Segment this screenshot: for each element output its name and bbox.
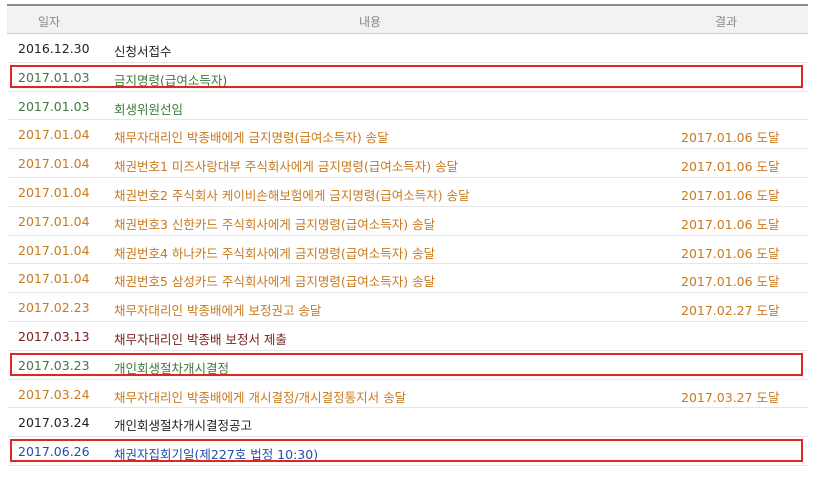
row-content: 채무자대리인 박종배에게 금지명령(급여소득자) 송달 [114, 130, 389, 146]
row-content: 개인회생절차개시결정공고 [114, 418, 253, 434]
row-date: 2017.01.04 [18, 156, 90, 172]
row-content: 채권번호3 신한카드 주식회사에게 금지명령(급여소득자) 송달 [114, 216, 436, 232]
header-result: 결과 [715, 15, 738, 29]
row-date: 2017.02.23 [18, 300, 90, 316]
table-row: 2017.03.13 채무자대리인 박종배 보정서 제출 [7, 322, 808, 351]
row-content: 채권번호4 하나카드 주식회사에게 금지명령(급여소득자) 송달 [114, 245, 436, 261]
row-date: 2017.01.04 [18, 184, 90, 200]
row-date: 2017.06.26 [18, 444, 90, 460]
row-date: 2017.03.24 [18, 415, 90, 431]
row-content: 채무자대리인 박종배 보정서 제출 [114, 331, 287, 347]
table-row: 2017.01.03 회생위원선임 [7, 92, 808, 121]
row-result: 2017.02.27 도달 [681, 303, 780, 319]
table-row: 2017.01.04 채권번호3 신한카드 주식회사에게 금지명령(급여소득자) … [7, 207, 808, 236]
row-date: 2017.01.03 [18, 69, 90, 85]
row-content: 채무자대리인 박종배에게 보정권고 송달 [114, 303, 322, 319]
row-content: 금지명령(급여소득자) [114, 72, 228, 88]
row-result: 2017.01.06 도달 [681, 187, 780, 203]
header-content: 내용 [359, 15, 382, 29]
row-result: 2017.01.06 도달 [681, 159, 780, 175]
row-date: 2017.01.04 [18, 127, 90, 143]
table-row: 2017.03.23 개인회생절차개시결정 [7, 351, 808, 380]
row-content: 채권자집회기일(제227호 법정 10:30) [114, 447, 319, 463]
row-result: 2017.01.06 도달 [681, 130, 780, 146]
table-row: 2016.12.30 신청서접수 [7, 34, 808, 63]
row-date: 2017.03.23 [18, 357, 90, 373]
row-result: 2017.01.06 도달 [681, 245, 780, 261]
table-body: 2016.12.30 신청서접수 2017.01.03 금지명령(급여소득자) 2017… [7, 34, 808, 466]
table-row: 2017.01.04 채권번호4 하나카드 주식회사에게 금지명령(급여소득자) … [7, 236, 808, 265]
table-row: 2017.01.04 채권번호5 삼성카드 주식회사에게 금지명령(급여소득자) … [7, 264, 808, 294]
table-row: 2017.03.24 채무자대리인 박종배에게 개시결정/개시결정통지서 송달 20… [7, 380, 808, 409]
row-result: 2017.01.06 도달 [681, 274, 780, 290]
header-date: 일자 [38, 15, 61, 29]
row-date: 2017.01.03 [18, 98, 90, 114]
row-content: 개인회생절차개시결정 [114, 360, 230, 376]
row-content: 채무자대리인 박종배에게 개시결정/개시결정통지서 송달 [114, 389, 407, 405]
table-row: 2017.06.26 채권자집회기일(제227호 법정 10:30) [7, 437, 808, 466]
row-content: 신청서접수 [114, 44, 172, 59]
row-date: 2017.03.13 [18, 328, 90, 344]
row-content: 회생위원선임 [114, 101, 184, 117]
table-row: 2017.01.04 채권번호1 미즈사랑대부 주식회사에게 금지명령(급여소득자… [7, 149, 808, 178]
row-date: 2016.12.30 [18, 41, 90, 56]
row-date: 2017.01.04 [18, 242, 90, 258]
case-progress-table: 일자 내용 결과 2016.12.30 신청서접수 2017.01.03 금지명령(급… [7, 4, 808, 466]
table-row: 2017.01.04 채권번호2 주식회사 케이비손해보험에게 금지명령(급여소득… [7, 178, 808, 207]
row-content: 채권번호2 주식회사 케이비손해보험에게 금지명령(급여소득자) 송달 [114, 187, 470, 203]
row-date: 2017.01.04 [18, 271, 90, 287]
table-row: 2017.02.23 채무자대리인 박종배에게 보정권고 송달 2017.02.27… [7, 293, 808, 322]
table-row: 2017.03.24 개인회생절차개시결정공고 [7, 408, 808, 438]
row-content: 채권번호5 삼성카드 주식회사에게 금지명령(급여소득자) 송달 [114, 274, 436, 290]
table-row: 2017.01.04 채무자대리인 박종배에게 금지명령(급여소득자) 송달 201… [7, 120, 808, 150]
row-date: 2017.03.24 [18, 386, 90, 402]
row-result: 2017.03.27 도달 [681, 389, 780, 405]
table-row: 2017.01.03 금지명령(급여소득자) [7, 63, 808, 92]
table-header: 일자 내용 결과 [7, 4, 808, 34]
row-date: 2017.01.04 [18, 213, 90, 229]
row-content: 채권번호1 미즈사랑대부 주식회사에게 금지명령(급여소득자) 송달 [114, 159, 459, 175]
row-result: 2017.01.06 도달 [681, 216, 780, 232]
